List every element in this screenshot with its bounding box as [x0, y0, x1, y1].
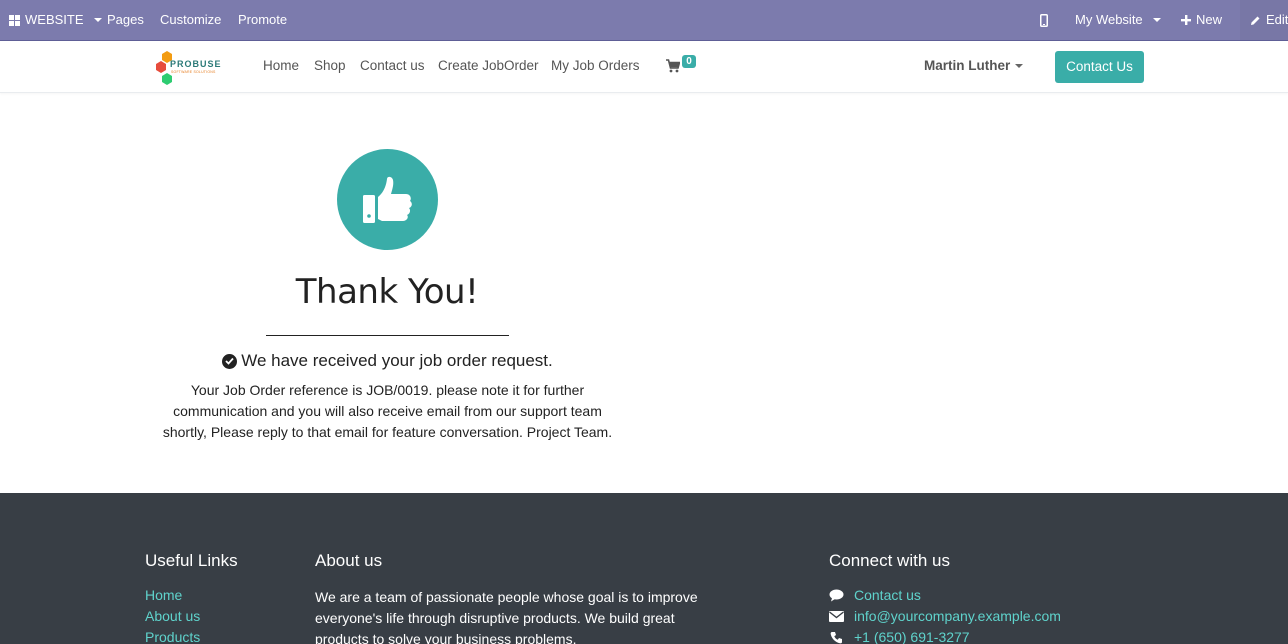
job-order-message: Your Job Order reference is JOB/0019. pl… — [162, 382, 613, 440]
site-footer: Useful Links Home About us Products Abou… — [0, 493, 1288, 644]
nav-link-home[interactable]: Home — [263, 58, 299, 73]
user-menu[interactable]: Martin Luther — [924, 58, 1024, 73]
received-text: We have received your job order request. — [241, 351, 553, 370]
thumbs-up-badge — [337, 149, 438, 250]
footer-phone-link[interactable]: +1 (650) 691-3277 — [829, 629, 970, 644]
footer-link-products[interactable]: Products — [145, 629, 200, 644]
footer-link-home[interactable]: Home — [145, 587, 182, 603]
customize-menu-label: Customize — [160, 12, 222, 27]
shopping-cart-icon[interactable] — [666, 59, 680, 73]
edit-button[interactable]: Edit — [1240, 0, 1288, 40]
pages-menu-label: Pages — [107, 12, 144, 27]
new-button-label: New — [1196, 12, 1223, 27]
comment-icon — [829, 588, 844, 602]
user-name: Martin Luther — [924, 58, 1011, 73]
nav-link-contact-us[interactable]: Contact us — [360, 58, 425, 73]
edit-button-label: Edit — [1266, 12, 1288, 27]
nav-link-create-joborder[interactable]: Create JobOrder — [438, 58, 539, 73]
footer-contact-link[interactable]: Contact us — [829, 587, 921, 603]
logo-text: PROBUSE — [170, 59, 222, 69]
phone-icon — [829, 630, 844, 644]
nav-link-my-job-orders[interactable]: My Job Orders — [551, 58, 640, 73]
title-divider — [266, 335, 509, 336]
phone-text: +1 (650) 691-3277 — [854, 629, 970, 644]
website-menu[interactable]: WEBSITE — [9, 0, 102, 40]
website-menu-label: WEBSITE — [25, 12, 84, 27]
my-website-menu[interactable]: My Website — [1075, 0, 1161, 40]
pencil-icon — [1251, 16, 1260, 25]
chevron-down-icon — [1015, 63, 1024, 68]
page-title: Thank You! — [295, 272, 479, 312]
mobile-preview-button[interactable] — [1040, 0, 1048, 40]
chevron-down-icon — [1152, 18, 1161, 22]
plus-icon — [1181, 15, 1191, 25]
about-us-text: We are a team of passionate people whose… — [315, 589, 698, 644]
promote-menu[interactable]: Promote — [238, 0, 287, 40]
cart-count-badge: 0 — [682, 55, 696, 68]
connect-heading: Connect with us — [829, 551, 950, 570]
mobile-icon — [1040, 13, 1048, 27]
site-navbar: PROBUSE SOFTWARE SOLUTIONS Home Shop Con… — [0, 41, 1288, 93]
footer-email-link[interactable]: info@yourcompany.example.com — [829, 608, 1061, 624]
contact-link-text: Contact us — [854, 587, 921, 603]
my-website-label: My Website — [1075, 12, 1143, 27]
contact-us-button[interactable]: Contact Us — [1055, 51, 1144, 83]
email-text: info@yourcompany.example.com — [854, 608, 1061, 624]
website-admin-bar: WEBSITE Pages Customize Promote My Websi… — [0, 0, 1288, 41]
logo-subtext: SOFTWARE SOLUTIONS — [171, 70, 216, 74]
thumbs-up-icon — [362, 176, 412, 223]
check-circle-icon — [222, 353, 238, 369]
useful-links-heading: Useful Links — [145, 551, 238, 570]
about-us-heading: About us — [315, 551, 383, 570]
customize-menu[interactable]: Customize — [160, 0, 221, 40]
envelope-icon — [829, 609, 844, 623]
nav-link-shop[interactable]: Shop — [314, 58, 346, 73]
chevron-down-icon — [93, 18, 102, 22]
new-button[interactable]: New — [1181, 0, 1222, 40]
footer-link-about-us[interactable]: About us — [145, 608, 200, 624]
pages-menu[interactable]: Pages — [107, 0, 144, 40]
apps-grid-icon — [9, 14, 20, 26]
received-message: We have received your job order request. — [150, 351, 625, 371]
promote-menu-label: Promote — [238, 12, 288, 27]
